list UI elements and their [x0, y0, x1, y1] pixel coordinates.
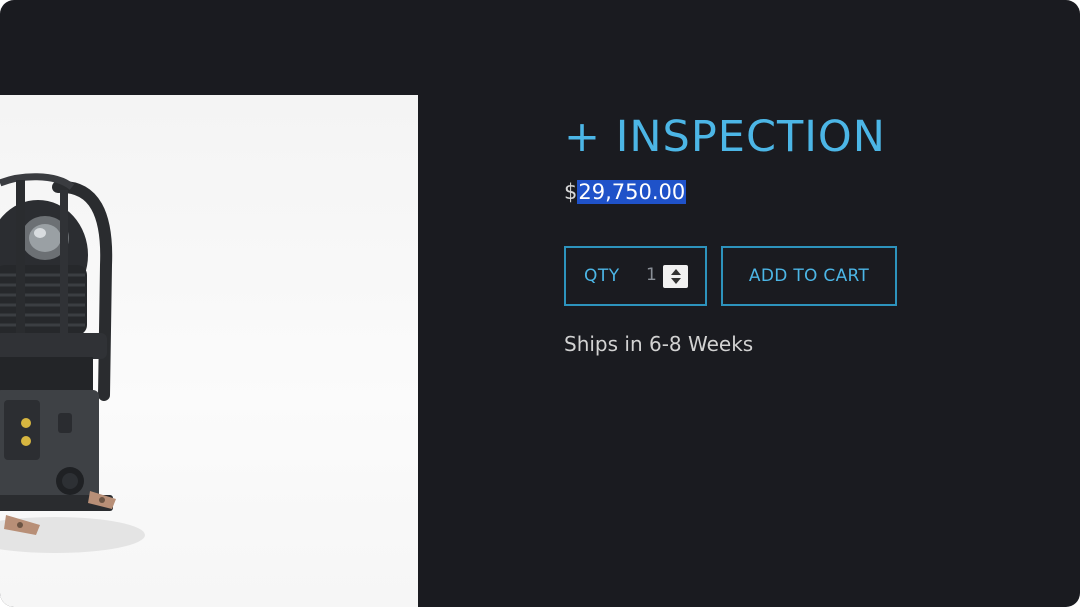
product-title: + INSPECTION: [564, 112, 886, 162]
product-page: + INSPECTION $29,750.00 QTY 1 ADD TO CAR…: [0, 0, 1080, 607]
quantity-selector: QTY 1: [564, 246, 707, 306]
quantity-input[interactable]: 1: [646, 265, 657, 285]
shipping-note: Ships in 6-8 Weeks: [564, 332, 754, 356]
chevron-down-icon[interactable]: [670, 278, 681, 284]
product-image: [0, 95, 418, 607]
price-amount[interactable]: 29,750.00: [577, 180, 687, 204]
camera-rig-image: [0, 173, 145, 553]
purchase-actions: QTY 1 ADD TO CART: [564, 246, 897, 306]
add-to-cart-button[interactable]: ADD TO CART: [721, 246, 897, 306]
product-details: + INSPECTION $29,750.00 QTY 1 ADD TO CAR…: [564, 108, 1064, 356]
quantity-stepper[interactable]: [663, 265, 688, 288]
product-price: $29,750.00: [564, 176, 1064, 208]
quantity-label: QTY: [584, 266, 620, 286]
chevron-up-icon[interactable]: [670, 269, 681, 275]
price-currency: $: [564, 180, 578, 204]
